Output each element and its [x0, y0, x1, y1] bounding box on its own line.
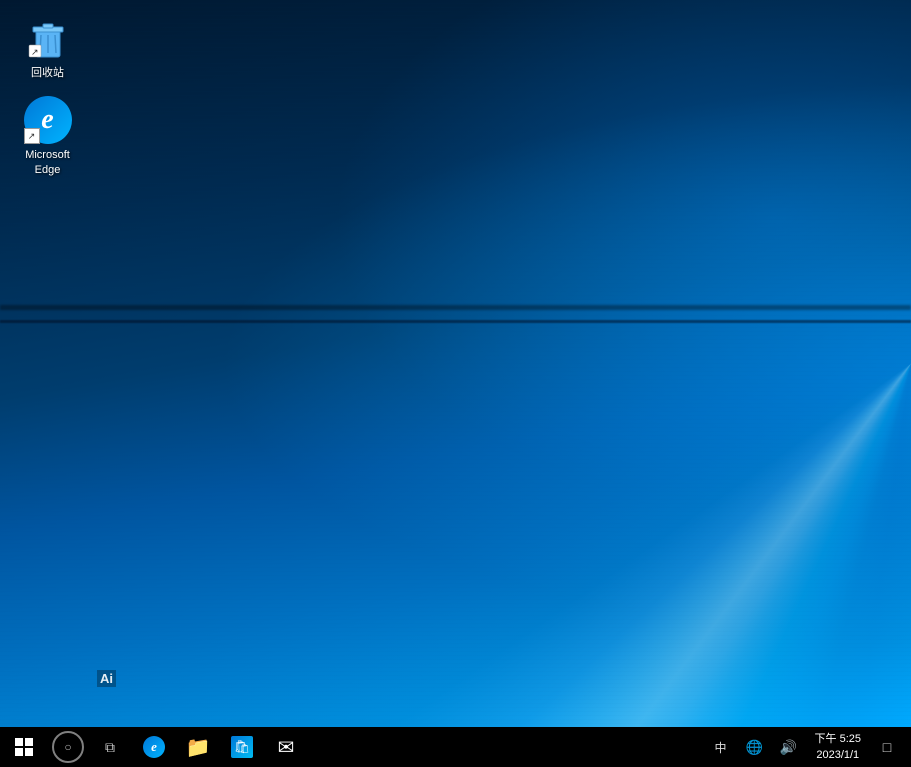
taskbar-left: ○ ⧉ e 📁 🛍 ✉ [0, 727, 308, 767]
taskbar-mail-button[interactable]: ✉ [264, 727, 308, 767]
microsoft-edge-desktop-icon[interactable]: e ↗ MicrosoftEdge [10, 92, 85, 181]
edge-letter: e [41, 106, 53, 134]
notifications-icon: □ [883, 739, 891, 755]
task-view-icon: ⧉ [105, 739, 115, 756]
taskbar-explorer-icon: 📁 [186, 735, 211, 760]
edge-icon-image: e ↗ [24, 96, 72, 144]
win-tile-1 [15, 738, 23, 746]
recycle-bin-icon[interactable]: ↗ 回收站 [10, 10, 85, 84]
network-icon[interactable]: 🌐 [739, 727, 771, 767]
network-indicator: 🌐 [746, 739, 763, 756]
clock-date: 2023/1/1 [816, 747, 859, 764]
ai-label: Ai [97, 670, 116, 687]
taskbar-store-button[interactable]: 🛍 [220, 727, 264, 767]
win-tile-4 [25, 748, 33, 756]
recycle-bin-image: ↗ [24, 14, 72, 62]
recycle-bin-svg: ↗ [27, 17, 69, 59]
taskbar-edge-button[interactable]: e [132, 727, 176, 767]
start-button[interactable] [0, 727, 48, 767]
recycle-bin-label: 回收站 [31, 66, 64, 80]
win-tile-3 [15, 748, 23, 756]
edge-icon-wrap: e ↗ [24, 96, 72, 144]
world-overlay [0, 0, 911, 727]
edge-icon-label: MicrosoftEdge [25, 148, 70, 177]
edge-shortcut-arrow: ↗ [24, 128, 40, 144]
clock[interactable]: 下午 5:25 2023/1/1 [807, 727, 869, 767]
notifications-button[interactable]: □ [871, 727, 903, 767]
taskbar-store-icon: 🛍 [231, 736, 253, 758]
clock-time: 下午 5:25 [815, 731, 861, 748]
taskbar: ○ ⧉ e 📁 🛍 ✉ 中 🌐 🔊 [0, 727, 911, 767]
language-indicator[interactable]: 中 [705, 727, 737, 767]
windows-logo [15, 738, 33, 756]
svg-text:↗: ↗ [31, 47, 39, 57]
taskbar-explorer-button[interactable]: 📁 [176, 727, 220, 767]
taskbar-mail-icon: ✉ [278, 735, 295, 760]
volume-indicator: 🔊 [780, 739, 797, 756]
search-icon: ○ [64, 740, 71, 754]
system-tray: 中 🌐 🔊 下午 5:25 2023/1/1 □ [705, 727, 911, 767]
search-button[interactable]: ○ [48, 727, 88, 767]
language-text: 中 [715, 739, 727, 756]
task-view-button[interactable]: ⧉ [88, 727, 132, 767]
win-tile-2 [25, 738, 33, 746]
volume-icon[interactable]: 🔊 [773, 727, 805, 767]
desktop-icons-area: ↗ 回收站 e ↗ MicrosoftEdge [0, 0, 95, 199]
cortana-circle: ○ [52, 731, 84, 763]
desktop: ↗ 回收站 e ↗ MicrosoftEdge Ai [0, 0, 911, 727]
taskbar-edge-icon: e [143, 736, 165, 758]
